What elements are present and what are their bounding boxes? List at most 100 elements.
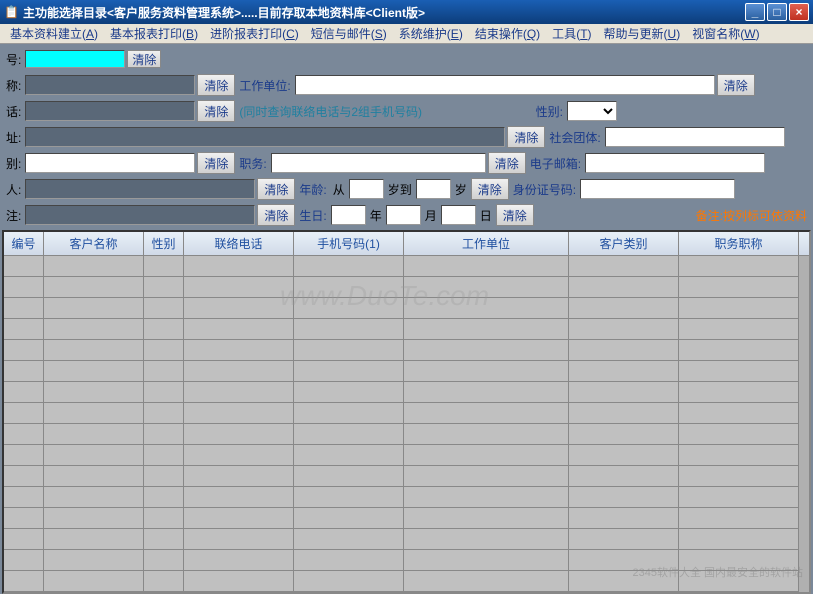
table-cell[interactable]: [44, 256, 144, 277]
clear-person-button[interactable]: 清除: [257, 178, 295, 200]
table-cell[interactable]: [679, 382, 799, 403]
table-row[interactable]: [4, 403, 809, 424]
column-header[interactable]: 工作单位: [404, 232, 569, 255]
input-name[interactable]: [25, 75, 195, 95]
table-cell[interactable]: [184, 319, 294, 340]
clear-id-button[interactable]: 清除: [127, 50, 161, 68]
clear-phone-button[interactable]: 清除: [197, 100, 235, 122]
table-row[interactable]: [4, 277, 809, 298]
maximize-button[interactable]: □: [767, 3, 787, 21]
column-header[interactable]: 性别: [144, 232, 184, 255]
input-workplace[interactable]: [295, 75, 715, 95]
table-cell[interactable]: [144, 382, 184, 403]
input-position[interactable]: [271, 153, 486, 173]
table-cell[interactable]: [679, 277, 799, 298]
table-row[interactable]: [4, 466, 809, 487]
table-row[interactable]: [4, 382, 809, 403]
table-cell[interactable]: [44, 424, 144, 445]
input-category[interactable]: [25, 153, 195, 173]
table-cell[interactable]: [44, 571, 144, 592]
table-cell[interactable]: [404, 298, 569, 319]
column-header[interactable]: 职务职称: [679, 232, 799, 255]
table-cell[interactable]: [569, 382, 679, 403]
table-cell[interactable]: [569, 424, 679, 445]
table-cell[interactable]: [679, 550, 799, 571]
menu-basic-report[interactable]: 基本报表打印(B): [104, 25, 204, 42]
table-cell[interactable]: [679, 361, 799, 382]
input-remark[interactable]: [25, 205, 255, 225]
table-cell[interactable]: [569, 298, 679, 319]
clear-category-button[interactable]: 清除: [197, 152, 235, 174]
table-cell[interactable]: [404, 382, 569, 403]
table-row[interactable]: [4, 571, 809, 592]
input-address[interactable]: [25, 127, 505, 147]
table-cell[interactable]: [44, 298, 144, 319]
table-cell[interactable]: [144, 487, 184, 508]
table-cell[interactable]: [144, 550, 184, 571]
table-cell[interactable]: [44, 529, 144, 550]
table-cell[interactable]: [569, 487, 679, 508]
table-cell[interactable]: [4, 382, 44, 403]
table-cell[interactable]: [144, 571, 184, 592]
table-cell[interactable]: [679, 256, 799, 277]
table-cell[interactable]: [4, 508, 44, 529]
table-cell[interactable]: [144, 319, 184, 340]
table-row[interactable]: [4, 298, 809, 319]
table-cell[interactable]: [569, 571, 679, 592]
table-cell[interactable]: [569, 466, 679, 487]
column-header[interactable]: 客户名称: [44, 232, 144, 255]
table-row[interactable]: [4, 361, 809, 382]
table-cell[interactable]: [144, 256, 184, 277]
table-cell[interactable]: [4, 550, 44, 571]
table-cell[interactable]: [44, 508, 144, 529]
table-cell[interactable]: [144, 424, 184, 445]
table-cell[interactable]: [184, 529, 294, 550]
table-cell[interactable]: [44, 277, 144, 298]
menu-help[interactable]: 帮助与更新(U): [598, 25, 687, 42]
table-cell[interactable]: [4, 445, 44, 466]
table-cell[interactable]: [144, 466, 184, 487]
table-cell[interactable]: [184, 445, 294, 466]
table-cell[interactable]: [404, 487, 569, 508]
table-row[interactable]: [4, 508, 809, 529]
input-id[interactable]: [25, 50, 125, 68]
table-cell[interactable]: [294, 508, 404, 529]
menu-exit[interactable]: 结束操作(Q): [469, 25, 546, 42]
table-cell[interactable]: [569, 340, 679, 361]
minimize-button[interactable]: _: [745, 3, 765, 21]
table-cell[interactable]: [679, 445, 799, 466]
input-phone[interactable]: [25, 101, 195, 121]
input-person[interactable]: [25, 179, 255, 199]
menu-basic-data[interactable]: 基本资料建立(A): [4, 25, 104, 42]
table-cell[interactable]: [184, 571, 294, 592]
input-age-from[interactable]: [349, 179, 384, 199]
table-cell[interactable]: [404, 529, 569, 550]
table-cell[interactable]: [144, 529, 184, 550]
table-cell[interactable]: [184, 466, 294, 487]
table-cell[interactable]: [4, 340, 44, 361]
table-cell[interactable]: [569, 403, 679, 424]
table-cell[interactable]: [404, 466, 569, 487]
table-cell[interactable]: [184, 487, 294, 508]
table-cell[interactable]: [294, 550, 404, 571]
menu-adv-report[interactable]: 进阶报表打印(C): [204, 25, 305, 42]
table-cell[interactable]: [144, 340, 184, 361]
table-cell[interactable]: [679, 571, 799, 592]
table-cell[interactable]: [4, 466, 44, 487]
table-cell[interactable]: [4, 277, 44, 298]
table-cell[interactable]: [569, 319, 679, 340]
table-row[interactable]: [4, 256, 809, 277]
table-cell[interactable]: [294, 382, 404, 403]
table-cell[interactable]: [294, 277, 404, 298]
table-cell[interactable]: [184, 424, 294, 445]
input-idcard[interactable]: [580, 179, 735, 199]
table-cell[interactable]: [144, 298, 184, 319]
clear-age-button[interactable]: 清除: [471, 178, 509, 200]
table-cell[interactable]: [4, 571, 44, 592]
table-cell[interactable]: [294, 424, 404, 445]
table-cell[interactable]: [294, 487, 404, 508]
table-cell[interactable]: [404, 571, 569, 592]
table-cell[interactable]: [679, 529, 799, 550]
close-button[interactable]: ×: [789, 3, 809, 21]
table-cell[interactable]: [44, 382, 144, 403]
